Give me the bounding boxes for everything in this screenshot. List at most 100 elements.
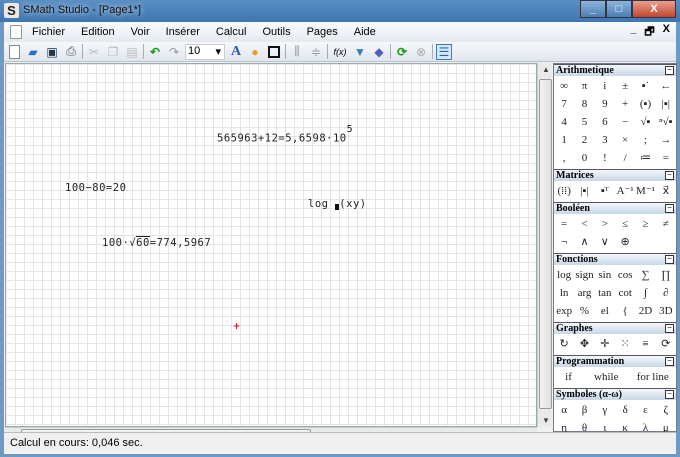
close-button[interactable]: X (632, 0, 676, 18)
text-color-icon[interactable]: A (228, 44, 244, 60)
insert-button[interactable]: ε (635, 401, 655, 419)
insert-button[interactable]: for line (630, 368, 676, 386)
insert-button[interactable]: < (574, 215, 594, 233)
insert-button[interactable]: = (554, 215, 574, 233)
insert-button[interactable]: × (615, 131, 635, 149)
insert-button[interactable]: cos (615, 266, 635, 284)
insert-button[interactable]: = (656, 149, 676, 167)
insert-button[interactable]: α (554, 401, 574, 419)
copy-icon[interactable]: ❐ (105, 44, 121, 60)
palette-icon[interactable]: ● (247, 44, 263, 60)
insert-button[interactable]: 4 (554, 113, 574, 131)
collapse-icon[interactable]: − (665, 171, 674, 180)
border-icon[interactable] (266, 44, 282, 60)
stop-icon[interactable]: ⊗ (413, 44, 429, 60)
insert-button[interactable]: 6 (595, 113, 615, 131)
insert-button[interactable]: ▪˙ (635, 77, 655, 95)
insert-button[interactable]: 8 (574, 95, 594, 113)
panel-toggle-icon[interactable]: ☰ (436, 43, 452, 60)
collapse-icon[interactable]: − (665, 66, 674, 75)
insert-button[interactable]: ⁿ√▪ (656, 113, 676, 131)
expression-sum[interactable]: 565963+12=5,6598·105 (217, 124, 353, 145)
insert-button[interactable]: ¬ (554, 233, 574, 251)
insert-button[interactable]: 1 (554, 131, 574, 149)
insert-button[interactable]: ζ (656, 401, 676, 419)
insert-button[interactable]: ≔ (635, 149, 655, 167)
collapse-icon[interactable]: − (665, 204, 674, 213)
menu-voir[interactable]: Voir (131, 26, 150, 38)
redo-icon[interactable]: ↷ (166, 44, 182, 60)
align-vertical-icon[interactable]: ≑ (308, 44, 324, 60)
insert-button[interactable]: ⊕ (615, 233, 635, 251)
insert-button[interactable]: ∨ (595, 233, 615, 251)
insert-button[interactable]: sign (574, 266, 594, 284)
insert-button[interactable]: ≡ (635, 335, 655, 353)
insert-button[interactable]: π (574, 77, 594, 95)
insert-button[interactable]: log (554, 266, 574, 284)
menu-aide[interactable]: Aide (354, 26, 376, 38)
insert-button[interactable]: / (615, 149, 635, 167)
vertical-scrollbar[interactable]: ▲ ▼ (537, 63, 552, 427)
menu-inserer[interactable]: Insérer (166, 26, 200, 38)
insert-button[interactable]: ! (595, 149, 615, 167)
collapse-icon[interactable]: − (665, 390, 674, 399)
insert-button[interactable]: |▪| (574, 182, 594, 200)
insert-button[interactable]: sin (595, 266, 615, 284)
insert-button[interactable]: 5 (574, 113, 594, 131)
cut-icon[interactable]: ✂ (86, 44, 102, 60)
print-icon[interactable]: ⎙ (63, 44, 79, 60)
expression-sqrt[interactable]: 100·√60=774,5967 (102, 236, 211, 249)
insert-button[interactable]: − (615, 113, 635, 131)
insert-button[interactable]: ← (656, 77, 676, 95)
insert-button[interactable]: exp (554, 302, 574, 320)
minimize-button[interactable]: _ (580, 0, 606, 18)
insert-button[interactable]: ∫ (635, 284, 655, 302)
insert-button[interactable]: γ (595, 401, 615, 419)
insert-button[interactable]: ⁙ (615, 335, 635, 353)
insert-button[interactable]: 3 (595, 131, 615, 149)
insert-button[interactable]: ≤ (615, 215, 635, 233)
collapse-icon[interactable]: − (665, 324, 674, 333)
save-icon[interactable]: ▣ (44, 44, 60, 60)
insert-button[interactable]: cot (615, 284, 635, 302)
align-horizontal-icon[interactable]: ⫼ (289, 44, 305, 60)
filter-icon[interactable]: ▼ (352, 44, 368, 60)
insert-button[interactable]: ∂ (656, 284, 676, 302)
insert-button[interactable]: { (615, 302, 635, 320)
collapse-icon[interactable]: − (665, 357, 674, 366)
worksheet[interactable]: 565963+12=5,6598·105 100−80=20 log (xy) … (5, 63, 537, 427)
doc-close-button[interactable]: X (663, 23, 670, 42)
insert-button[interactable]: arg (574, 284, 594, 302)
insert-button[interactable]: i (595, 77, 615, 95)
insert-button[interactable]: 2D (635, 302, 655, 320)
collapse-icon[interactable]: − (665, 255, 674, 264)
insert-button[interactable]: A⁻¹ (615, 182, 635, 200)
insert-button[interactable]: 0 (574, 149, 594, 167)
document-icon[interactable] (10, 25, 22, 39)
insert-button[interactable]: ∏ (656, 266, 676, 284)
insert-button[interactable]: ⟳ (656, 335, 676, 353)
font-size-select[interactable]: 10 ▾ (185, 43, 225, 60)
insert-button[interactable]: el (595, 302, 615, 320)
plugin-icon[interactable]: ◆ (371, 44, 387, 60)
insert-button[interactable]: M⁻¹ (635, 182, 655, 200)
new-icon[interactable] (6, 44, 22, 60)
expression-log[interactable]: log (xy) (308, 198, 367, 210)
insert-button[interactable]: ≥ (635, 215, 655, 233)
insert-button[interactable]: ∧ (574, 233, 594, 251)
insert-button[interactable]: ∞ (554, 77, 574, 95)
open-icon[interactable]: ▰ (25, 44, 41, 60)
insert-button[interactable]: % (574, 302, 594, 320)
insert-button[interactable]: 3D (656, 302, 676, 320)
scrollbar-thumb[interactable] (539, 79, 552, 409)
insert-button[interactable]: → (656, 131, 676, 149)
menu-calcul[interactable]: Calcul (216, 26, 247, 38)
paste-icon[interactable]: ▤ (124, 44, 140, 60)
undo-icon[interactable]: ↶ (147, 44, 163, 60)
insert-button[interactable]: ± (615, 77, 635, 95)
recalculate-icon[interactable]: ⟳ (394, 44, 410, 60)
insert-button[interactable]: ; (635, 131, 655, 149)
insert-button[interactable]: β (574, 401, 594, 419)
insert-button[interactable]: δ (615, 401, 635, 419)
insert-button[interactable]: ▪ᵀ (595, 182, 615, 200)
